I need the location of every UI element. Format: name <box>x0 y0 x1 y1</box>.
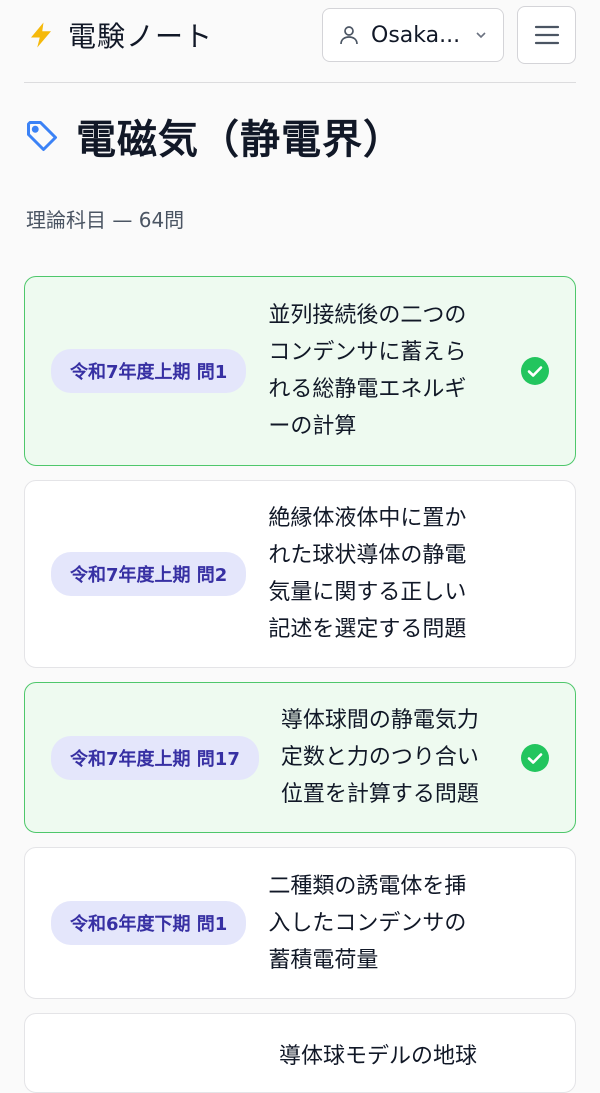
chevron-down-icon <box>476 32 486 39</box>
brand[interactable]: 電験ノート <box>26 14 213 56</box>
page-heading: 電磁気（静電界） <box>24 108 404 164</box>
lightning-bolt-icon <box>31 22 51 48</box>
brand-name: 電験ノート <box>68 20 214 53</box>
question-card[interactable]: 令和7年度上期 問17 導体球間の静電気力定数と力のつり合い位置を計算する問題 <box>24 682 576 833</box>
hamburger-menu-button[interactable] <box>517 6 576 64</box>
check-circle-icon <box>521 743 549 772</box>
question-badge: 令和7年度上期 問1 <box>51 349 247 393</box>
question-text: 導体球モデルの地球 <box>279 1044 478 1069</box>
user-name: Osaka... <box>371 22 461 48</box>
question-text: 並列接続後の二つのコンデンサに蓄えられる総静電エネルギーの計算 <box>268 303 467 439</box>
question-card[interactable]: 導体球モデルの地球 <box>24 1013 576 1093</box>
question-card[interactable]: 令和7年度上期 問2 絶縁体液体中に置かれた球状導体の静電気量に関する正しい記述… <box>24 480 576 668</box>
question-text: 導体球間の静電気力定数と力のつり合い位置を計算する問題 <box>280 708 479 807</box>
question-card[interactable]: 令和6年度下期 問1 二種類の誘電体を挿入したコンデンサの蓄積電荷量 <box>24 847 576 999</box>
question-badge: 令和7年度上期 問2 <box>51 552 247 596</box>
header-divider <box>24 82 576 83</box>
app-header: 電験ノート Osaka... <box>0 0 600 84</box>
question-badge: 令和7年度上期 問17 <box>51 735 259 780</box>
hamburger-icon <box>534 25 559 45</box>
user-icon <box>340 26 358 45</box>
question-text: 絶縁体液体中に置かれた球状導体の静電気量に関する正しい記述を選定する問題 <box>268 506 467 642</box>
tag-icon <box>27 121 57 151</box>
question-card[interactable]: 令和7年度上期 問1 並列接続後の二つのコンデンサに蓄えられる総静電エネルギーの… <box>24 276 576 466</box>
check-circle-icon <box>521 357 549 385</box>
page-title: 電磁気（静電界） <box>76 117 404 163</box>
question-badge: 令和6年度下期 問1 <box>51 901 247 945</box>
page-subtitle: 理論科目 — 64問 <box>26 208 185 232</box>
question-text: 二種類の誘電体を挿入したコンデンサの蓄積電荷量 <box>268 873 467 973</box>
user-menu-button[interactable]: Osaka... <box>322 8 504 62</box>
